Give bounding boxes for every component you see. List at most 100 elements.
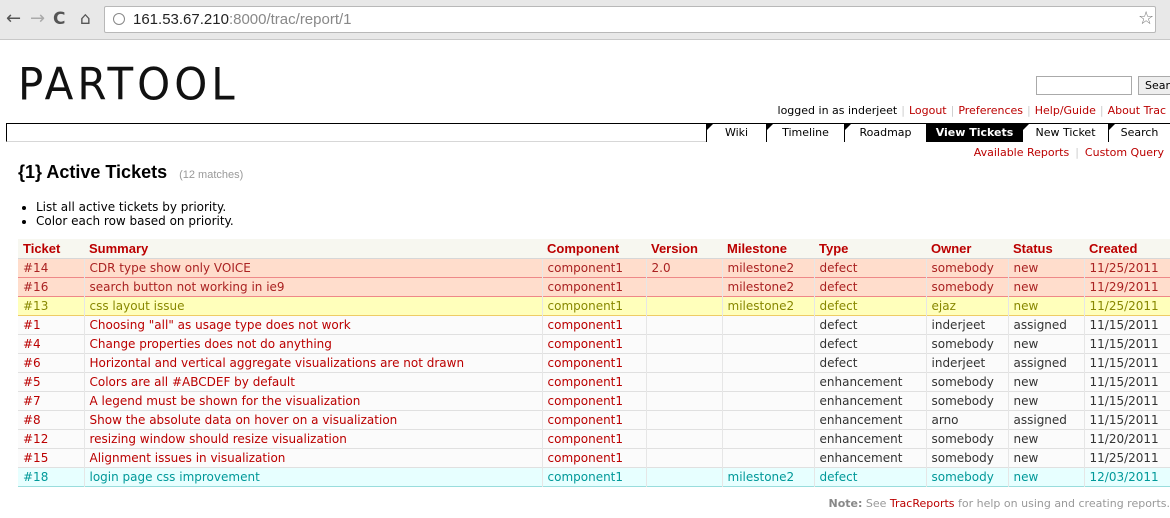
cell-summary: Choosing "all" as usage type does not wo… bbox=[83, 315, 542, 334]
cell-milestone bbox=[721, 391, 814, 410]
tab-view-tickets[interactable]: View Tickets bbox=[926, 124, 1022, 142]
ticket-link[interactable]: #12 bbox=[23, 432, 48, 446]
tab-roadmap[interactable]: Roadmap bbox=[844, 124, 926, 142]
available-reports-link[interactable]: Available Reports bbox=[974, 146, 1069, 159]
ticket-link[interactable]: #4 bbox=[23, 337, 41, 351]
summary-link[interactable]: login page css improvement bbox=[90, 470, 260, 484]
cell-summary: A legend must be shown for the visualiza… bbox=[83, 391, 542, 410]
component-link[interactable]: component1 bbox=[548, 280, 624, 294]
cell-type: enhancement bbox=[813, 429, 926, 448]
component-link[interactable]: component1 bbox=[548, 413, 624, 427]
column-header-ticket[interactable]: Ticket bbox=[18, 239, 84, 259]
tab-wiki[interactable]: Wiki bbox=[706, 124, 766, 142]
ticket-link[interactable]: #13 bbox=[23, 299, 48, 313]
component-link[interactable]: component1 bbox=[548, 356, 624, 370]
preferences-link[interactable]: Preferences bbox=[958, 104, 1023, 117]
cell-status: new bbox=[1007, 467, 1084, 486]
table-header-row: Ticket Summary Component Version Milesto… bbox=[18, 239, 1170, 259]
cell-version bbox=[645, 334, 722, 353]
address-bar[interactable]: 161.53.67.210:8000/trac/report/1 bbox=[104, 6, 1156, 33]
trac-reports-link[interactable]: TracReports bbox=[890, 497, 955, 510]
search-input[interactable] bbox=[1036, 76, 1132, 95]
summary-link[interactable]: CDR type show only VOICE bbox=[90, 261, 251, 275]
summary-link[interactable]: Change properties does not do anything bbox=[90, 337, 332, 351]
component-link[interactable]: component1 bbox=[548, 261, 624, 275]
ticket-link[interactable]: #16 bbox=[23, 280, 48, 294]
component-link[interactable]: component1 bbox=[548, 451, 624, 465]
cell-summary: Show the absolute data on hover on a vis… bbox=[83, 410, 542, 429]
summary-link[interactable]: Choosing "all" as usage type does not wo… bbox=[90, 318, 351, 332]
summary-link[interactable]: Colors are all #ABCDEF by default bbox=[90, 375, 295, 389]
cell-milestone bbox=[721, 448, 814, 467]
ticket-link[interactable]: #5 bbox=[23, 375, 41, 389]
back-arrow-icon[interactable]: ← bbox=[6, 9, 21, 29]
milestone-link[interactable]: milestone2 bbox=[728, 470, 795, 484]
table-row: #16 search button not working in ie9 compo… bbox=[18, 277, 1170, 296]
table-row: #12 resizing window should resize visuali… bbox=[18, 429, 1170, 448]
summary-link[interactable]: A legend must be shown for the visualiza… bbox=[90, 394, 361, 408]
column-header-type[interactable]: Type bbox=[814, 239, 926, 259]
cell-version bbox=[645, 372, 722, 391]
cell-summary: login page css improvement bbox=[83, 467, 542, 486]
tickets-table: Ticket Summary Component Version Milesto… bbox=[18, 239, 1170, 487]
cell-component: component1 bbox=[541, 391, 646, 410]
column-header-owner[interactable]: Owner bbox=[926, 239, 1008, 259]
cell-milestone: milestone2 bbox=[721, 296, 814, 315]
forward-arrow-icon[interactable]: → bbox=[30, 9, 45, 29]
custom-query-link[interactable]: Custom Query bbox=[1085, 146, 1164, 159]
cell-type: enhancement bbox=[813, 410, 926, 429]
table-row: #8 Show the absolute data on hover on a v… bbox=[18, 410, 1170, 429]
home-icon[interactable]: ⌂ bbox=[80, 9, 91, 29]
milestone-link[interactable]: milestone2 bbox=[728, 261, 795, 275]
cell-milestone: milestone2 bbox=[721, 467, 814, 486]
cell-created: 11/15/2011 bbox=[1083, 410, 1170, 429]
ticket-link[interactable]: #15 bbox=[23, 451, 48, 465]
milestone-link[interactable]: milestone2 bbox=[728, 280, 795, 294]
cell-milestone bbox=[721, 429, 814, 448]
column-header-milestone[interactable]: Milestone bbox=[722, 239, 814, 259]
cell-milestone bbox=[721, 372, 814, 391]
component-link[interactable]: component1 bbox=[548, 432, 624, 446]
tab-new-ticket[interactable]: New Ticket bbox=[1022, 124, 1108, 142]
ticket-link[interactable]: #8 bbox=[23, 413, 41, 427]
component-link[interactable]: component1 bbox=[548, 299, 624, 313]
summary-link[interactable]: search button not working in ie9 bbox=[90, 280, 285, 294]
about-trac-link[interactable]: About Trac bbox=[1108, 104, 1166, 117]
ticket-link[interactable]: #18 bbox=[23, 470, 48, 484]
cell-component: component1 bbox=[541, 277, 646, 296]
star-icon[interactable]: ☆ bbox=[1138, 8, 1154, 29]
summary-link[interactable]: Horizontal and vertical aggregate visual… bbox=[90, 356, 465, 370]
cell-owner: inderjeet bbox=[925, 353, 1008, 372]
cell-component: component1 bbox=[541, 296, 646, 315]
cell-ticket: #5 bbox=[18, 372, 84, 391]
help-guide-link[interactable]: Help/Guide bbox=[1035, 104, 1096, 117]
summary-link[interactable]: Show the absolute data on hover on a vis… bbox=[90, 413, 398, 427]
search-button[interactable]: Search bbox=[1138, 76, 1170, 95]
tab-search[interactable]: Search bbox=[1108, 124, 1170, 142]
summary-link[interactable]: Alignment issues in visualization bbox=[90, 451, 286, 465]
component-link[interactable]: component1 bbox=[548, 318, 624, 332]
column-header-component[interactable]: Component bbox=[542, 239, 646, 259]
ticket-link[interactable]: #7 bbox=[23, 394, 41, 408]
summary-link[interactable]: resizing window should resize visualizat… bbox=[90, 432, 347, 446]
ticket-link[interactable]: #14 bbox=[23, 261, 48, 275]
report-description: List all active tickets by priority. Col… bbox=[36, 200, 234, 228]
reload-icon[interactable]: C bbox=[53, 9, 65, 29]
logout-link[interactable]: Logout bbox=[909, 104, 947, 117]
browser-toolbar: ← → C ⌂ 161.53.67.210:8000/trac/report/1… bbox=[0, 0, 1170, 40]
component-link[interactable]: component1 bbox=[548, 375, 624, 389]
ticket-link[interactable]: #1 bbox=[23, 318, 41, 332]
component-link[interactable]: component1 bbox=[548, 337, 624, 351]
page-title: {1} Active Tickets (12 matches) bbox=[18, 162, 243, 183]
milestone-link[interactable]: milestone2 bbox=[728, 299, 795, 313]
column-header-status[interactable]: Status bbox=[1008, 239, 1084, 259]
component-link[interactable]: component1 bbox=[548, 470, 624, 484]
summary-link[interactable]: css layout issue bbox=[90, 299, 185, 313]
component-link[interactable]: component1 bbox=[548, 394, 624, 408]
ticket-link[interactable]: #6 bbox=[23, 356, 41, 370]
column-header-version[interactable]: Version bbox=[646, 239, 722, 259]
site-logo[interactable]: PARTOOL bbox=[18, 59, 239, 110]
column-header-summary[interactable]: Summary bbox=[84, 239, 542, 259]
tab-timeline[interactable]: Timeline bbox=[766, 124, 844, 142]
column-header-created[interactable]: Created bbox=[1084, 239, 1170, 259]
